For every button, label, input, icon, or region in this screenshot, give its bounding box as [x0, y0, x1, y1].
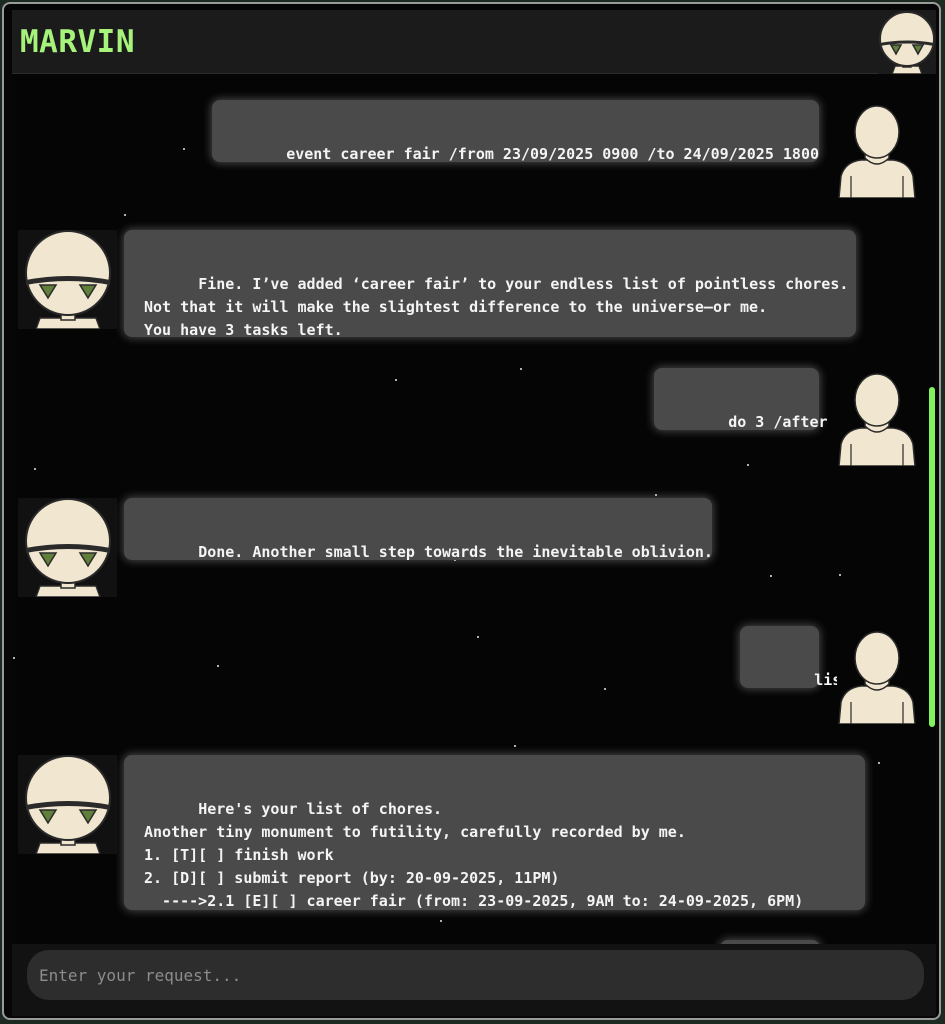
user-avatar-icon: [837, 626, 917, 724]
chat-scrollbar[interactable]: [929, 387, 935, 727]
message-text: Done. Another small step towards the ine…: [198, 543, 713, 561]
message-text: Here's your list of chores. Another tiny…: [144, 800, 804, 910]
app-window: MARVIN event career fair /from 23/09/202…: [2, 2, 941, 1020]
marvin-header-avatar-icon: [878, 10, 936, 74]
chat-area[interactable]: event career fair /from 23/09/2025 0900 …: [12, 74, 936, 944]
input-bar: [12, 944, 936, 1016]
user-message-bubble: list: [740, 626, 850, 689]
message-text: do 3 /after 2: [728, 413, 846, 431]
marvin-robot-avatar-icon: [18, 230, 117, 329]
request-input[interactable]: [27, 950, 924, 1000]
user-message-bubble: do 3 /after 2: [654, 368, 846, 431]
message-text: event career fair /from 23/09/2025 0900 …: [286, 145, 820, 163]
marvin-message-bubble: Done. Another small step towards the ine…: [124, 498, 713, 561]
marvin-robot-avatar-icon: [18, 755, 117, 854]
marvin-message-bubble: Fine. I’ve added ‘career fair’ to your e…: [124, 230, 856, 339]
message-text: Fine. I’ve added ‘career fair’ to your e…: [144, 275, 849, 339]
header-bar: MARVIN: [12, 10, 936, 74]
app-title: MARVIN: [20, 24, 135, 60]
user-avatar-icon: [837, 368, 917, 466]
marvin-message-bubble: Here's your list of chores. Another tiny…: [124, 755, 865, 910]
user-message-bubble: event career fair /from 23/09/2025 0900 …: [212, 100, 820, 163]
marvin-robot-avatar-icon: [18, 498, 117, 597]
user-avatar-icon: [837, 100, 917, 198]
